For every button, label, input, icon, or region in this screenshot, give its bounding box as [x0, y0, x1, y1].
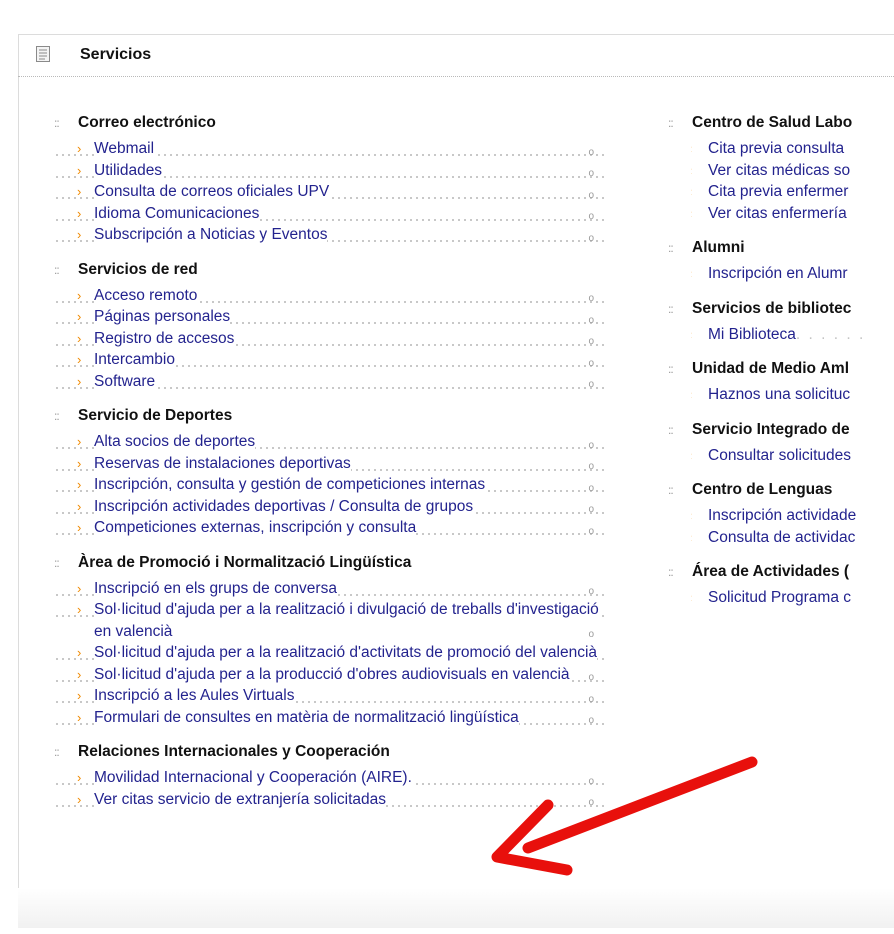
section-relaciones-internacionales: :: Relaciones Internacionales y Cooperaci…: [54, 741, 606, 810]
bullet-dots-icon: ::: [668, 301, 674, 316]
link-consulta-correos[interactable]: › Consulta de correos oficiales UPV o: [54, 181, 606, 203]
bullet-dots-icon: ::: [54, 116, 60, 130]
link-acceso-remoto[interactable]: › Acceso remoto o: [54, 284, 606, 306]
bullet-dots-icon: ::: [54, 262, 60, 277]
link-inscripcion-actividades[interactable]: ›Inscripción actividade: [668, 505, 894, 527]
dotted-leader: . . . . . .: [795, 325, 866, 343]
link-actividades-deportivas[interactable]: › Inscripción actividades deportivas / Co…: [54, 495, 606, 517]
link-cita-consulta[interactable]: ›Cita previa consulta: [668, 138, 894, 160]
link-webmail[interactable]: › Webmail o: [54, 138, 606, 160]
link-software[interactable]: › Software o: [54, 370, 606, 392]
link-citas-medicas[interactable]: ›Ver citas médicas so: [668, 159, 894, 181]
section-centro-salud: ::Centro de Salud Labo ›Cita previa cons…: [668, 112, 894, 224]
link-formulari-consultes[interactable]: › Formulari de consultes en matèria de no…: [54, 706, 606, 728]
link-paginas-personales[interactable]: › Páginas personales o: [54, 306, 606, 328]
end-circle-icon: o: [588, 336, 594, 347]
link-citas-extranjeria[interactable]: › Ver citas servicio de extranjería solic…: [54, 788, 606, 810]
section-correo: :: Correo electrónico › Webmail o › Utilidad…: [54, 112, 606, 246]
section-area-actividades: ::Área de Actividades ( ›Solicitud Progr…: [668, 561, 894, 609]
section-title: :: Unidad de Medio Aml: [668, 358, 894, 380]
section-centro-lenguas: ::Centro de Lenguas ›Inscripción activid…: [668, 479, 894, 548]
section-title: :: Centro de Salud Labo: [668, 112, 894, 134]
section-title: :: Relaciones Internacionales y Cooperaci…: [54, 741, 606, 763]
end-circle-icon: o: [588, 211, 594, 222]
link-intercambio[interactable]: › Intercambio o: [54, 349, 606, 371]
link-registro-accesos[interactable]: › Registro de accesos o: [54, 327, 606, 349]
link-haznos-solicitud[interactable]: ›Haznos una solicituc: [668, 384, 894, 406]
end-circle-icon: o: [588, 797, 594, 808]
page-title: Servicios: [80, 46, 152, 63]
end-circle-icon: o: [588, 357, 594, 369]
panel-footer-shade: [18, 888, 894, 928]
link-solicitud-programa[interactable]: ›Solicitud Programa c: [668, 587, 894, 609]
section-title: :: Servicios de red: [54, 259, 606, 281]
end-circle-icon: o: [588, 314, 594, 326]
section-biblioteca: ::Servicios de bibliotec ›Mi Biblioteca.…: [668, 298, 894, 345]
end-circle-icon: o: [588, 168, 594, 179]
section-title: :: Servicios de bibliotec: [668, 298, 894, 320]
section-title: :: Servicio de Deportes: [54, 405, 606, 427]
section-servicio-integrado: ::Servicio Integrado de ›Consultar solic…: [668, 419, 894, 466]
panel-header: Servicios: [18, 34, 894, 77]
left-column: :: Correo electrónico › Webmail o › Utilidad…: [54, 112, 606, 823]
link-competiciones-externas[interactable]: › Competiciones externas, inscripción y c…: [54, 517, 606, 539]
link-utilidades[interactable]: › Utilidades o: [54, 159, 606, 181]
end-circle-icon: o: [588, 693, 594, 705]
section-title: :: Àrea de Promoció i Normalització Lingü…: [54, 552, 606, 574]
bullet-dots-icon: ::: [54, 409, 60, 423]
end-circle-icon: o: [588, 379, 594, 390]
right-column: ::Centro de Salud Labo ›Cita previa cons…: [668, 112, 894, 622]
link-subscripcion[interactable]: › Subscripción a Noticias y Eventos o: [54, 224, 606, 246]
end-circle-icon: o: [588, 775, 594, 787]
bullet-dots-icon: ::: [54, 745, 60, 759]
end-circle-icon: o: [588, 232, 594, 244]
section-servicios-red: :: Servicios de red › Acceso remoto o › Pági…: [54, 259, 606, 392]
link-idioma[interactable]: › Idioma Comunicaciones o: [54, 202, 606, 224]
link-movilidad-aire[interactable]: › Movilidad Internacional y Cooperación (…: [54, 767, 606, 789]
bullet-dots-icon: ::: [668, 116, 674, 130]
end-circle-icon: o: [588, 525, 594, 537]
bullet-dots-icon: ::: [668, 483, 674, 497]
end-circle-icon: o: [588, 189, 594, 201]
link-mi-biblioteca[interactable]: ›Mi Biblioteca. . . . . .: [668, 323, 894, 345]
section-title: :: Centro de Lenguas: [668, 479, 894, 501]
section-alumni: ::Alumni ›Inscripción en Alumr: [668, 237, 894, 285]
end-circle-icon: o: [588, 586, 594, 597]
link-reservas[interactable]: › Reservas de instalaciones deportivas o: [54, 452, 606, 474]
link-ajuda-treballs[interactable]: › Sol·licitud d'ajuda per a la realitzaci…: [54, 599, 606, 642]
section-deportes: :: Servicio de Deportes › Alta socios de d…: [54, 405, 606, 539]
end-circle-icon: o: [588, 482, 594, 494]
link-cita-enfermeria[interactable]: ›Cita previa enfermer: [668, 181, 894, 203]
bullet-dots-icon: ::: [54, 555, 60, 570]
section-promocio-linguistica: :: Àrea de Promoció i Normalització Lingü…: [54, 552, 606, 728]
section-medio-ambiente: ::Unidad de Medio Aml ›Haznos una solici…: [668, 358, 894, 406]
bullet-dots-icon: ::: [668, 241, 674, 255]
section-title: :: Servicio Integrado de: [668, 419, 894, 441]
section-title: :: Correo electrónico: [54, 112, 606, 134]
end-circle-icon: o: [588, 461, 594, 472]
link-citas-enfermeria[interactable]: ›Ver citas enfermería: [668, 202, 894, 224]
end-circle-icon: o: [588, 439, 594, 451]
link-competiciones-internas[interactable]: › Inscripción, consulta y gestión de comp…: [54, 474, 606, 496]
end-circle-icon: o: [588, 504, 594, 515]
link-aules-virtuals[interactable]: › Inscripció a les Aules Virtuals o: [54, 685, 606, 707]
link-ajuda-audiovisuals[interactable]: › Sol·licitud d'ajuda per a la producció …: [54, 663, 606, 685]
link-consultar-solicitudes[interactable]: ›Consultar solicitudes: [668, 444, 894, 466]
section-title: :: Alumni: [668, 237, 894, 259]
bullet-dots-icon: ::: [668, 565, 674, 579]
link-grups-conversa[interactable]: › Inscripció en els grups de conversa o: [54, 577, 606, 599]
link-ajuda-activitats[interactable]: › Sol·licitud d'ajuda per a la realitzaci…: [54, 642, 606, 664]
document-icon: [36, 46, 50, 62]
link-consulta-actividades[interactable]: ›Consulta de actividac: [668, 526, 894, 548]
end-circle-icon: o: [588, 293, 594, 304]
bullet-dots-icon: ::: [668, 362, 674, 376]
end-circle-icon: o: [588, 146, 594, 158]
section-title: :: Área de Actividades (: [668, 561, 894, 583]
link-inscripcion-alumni[interactable]: ›Inscripción en Alumr: [668, 263, 894, 285]
link-alta-socios[interactable]: › Alta socios de deportes o: [54, 431, 606, 453]
bullet-dots-icon: ::: [668, 422, 674, 437]
